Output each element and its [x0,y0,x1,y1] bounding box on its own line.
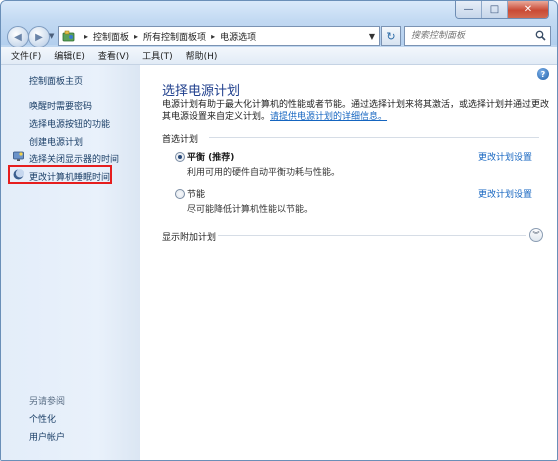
menu-view[interactable]: 查看(V) [98,49,129,62]
forward-arrow-icon: ▶ [35,31,43,43]
minimize-button[interactable]: — [456,1,481,18]
refresh-button[interactable]: ↻ [381,26,401,46]
plan-balanced-description: 利用可用的硬件自动平衡功耗与性能。 [187,168,341,178]
help-icon[interactable]: ? [537,68,549,80]
search-icon[interactable] [535,30,546,44]
see-also-heading: 另请参阅 [29,397,66,407]
display-icon [13,151,24,162]
recent-pages-dropdown[interactable]: ▼ [49,32,54,40]
maximize-button[interactable]: □ [481,1,507,18]
page-description: 电源计划有助于最大化计算机的性能或者节能。通过选择计划来将其激活，或选择计划并通… [162,99,552,123]
menu-help[interactable]: 帮助(H) [186,49,218,62]
breadcrumb-separator-icon: ▸ [84,31,89,41]
control-panel-icon [62,30,75,43]
plan-balanced-name[interactable]: 平衡 (推荐) [187,150,234,163]
menu-file[interactable]: 文件(F) [11,49,41,62]
title-bar: — □ ✕ ◀ ▶ ▼ ▸ 控制面板 ▸ 所有控制面板项 ▸ 电源选项 ▼ ↻ … [1,1,557,48]
address-dropdown-icon[interactable]: ▼ [369,32,375,41]
page-title: 选择电源计划 [162,84,241,99]
search-input[interactable] [409,30,533,42]
highlight-box [8,165,112,184]
breadcrumb-separator-icon: ▸ [134,31,139,41]
refresh-icon: ↻ [386,29,396,43]
sidebar-item-create-plan[interactable]: 创建电源计划 [29,135,83,148]
preferred-plans-heading: 首选计划 [162,135,199,145]
breadcrumb-control-panel[interactable]: 控制面板 [93,30,129,43]
plan-balanced-change-link[interactable]: 更改计划设置 [478,150,532,163]
see-also-user-accounts[interactable]: 用户帐户 [29,430,65,443]
main-content: ? 选择电源计划 电源计划有助于最大化计算机的性能或者节能。通过选择计划来将其激… [140,65,557,460]
section-divider [209,137,539,138]
radio-selected-dot [178,155,182,159]
plan-power-saver-name[interactable]: 节能 [187,187,205,200]
section-divider [218,235,526,236]
plan-power-saver-change-link[interactable]: 更改计划设置 [478,187,532,200]
sidebar-item-display-off[interactable]: 选择关闭显示器的时间 [29,152,119,165]
window: — □ ✕ ◀ ▶ ▼ ▸ 控制面板 ▸ 所有控制面板项 ▸ 电源选项 ▼ ↻ … [0,0,558,461]
address-bar[interactable]: ▸ 控制面板 ▸ 所有控制面板项 ▸ 电源选项 ▼ [58,26,380,46]
see-also-personalization[interactable]: 个性化 [29,412,56,425]
show-additional-plans-label[interactable]: 显示附加计划 [162,230,216,243]
window-body: 控制面板主页 唤醒时需要密码 选择电源按钮的功能 创建电源计划 选择关闭显示器的… [1,65,557,460]
menu-tools[interactable]: 工具(T) [142,49,173,62]
plan-power-saver-description: 尽可能降低计算机性能以节能。 [187,205,314,215]
expand-chevron-icon[interactable]: ︾ [529,228,543,242]
close-button[interactable]: ✕ [507,1,548,18]
breadcrumb-separator-icon: ▸ [211,31,216,41]
sidebar: 控制面板主页 唤醒时需要密码 选择电源按钮的功能 创建电源计划 选择关闭显示器的… [1,65,140,460]
sidebar-item-power-button[interactable]: 选择电源按钮的功能 [29,117,110,130]
menu-bar: 文件(F) 编辑(E) 查看(V) 工具(T) 帮助(H) [1,47,557,65]
back-button[interactable]: ◀ [7,26,29,48]
back-arrow-icon: ◀ [14,31,22,43]
plan-balanced-radio[interactable] [175,152,185,162]
breadcrumb-all-items[interactable]: 所有控制面板项 [143,30,206,43]
search-box[interactable] [404,26,551,46]
forward-button[interactable]: ▶ [28,26,50,48]
plan-power-saver-radio[interactable] [175,189,185,199]
plan-details-link[interactable]: 请提供电源计划的详细信息。 [270,112,387,122]
sidebar-home-link[interactable]: 控制面板主页 [29,74,83,87]
window-controls: — □ ✕ [455,1,549,19]
sidebar-item-wake-password[interactable]: 唤醒时需要密码 [29,99,92,112]
menu-edit[interactable]: 编辑(E) [54,49,85,62]
breadcrumb-power-options[interactable]: 电源选项 [220,30,256,43]
